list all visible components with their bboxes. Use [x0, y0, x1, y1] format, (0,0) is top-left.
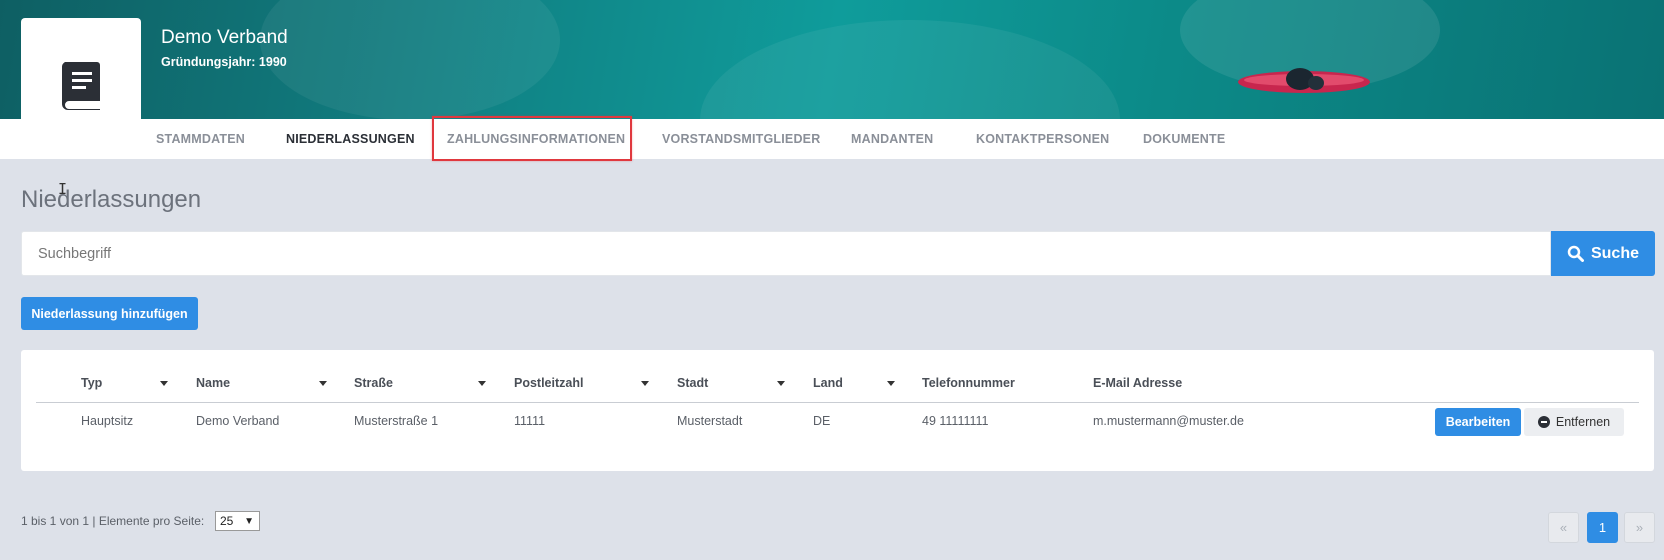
edit-button[interactable]: Bearbeiten — [1435, 408, 1521, 436]
column-header-typ[interactable]: Typ — [81, 376, 102, 390]
column-header-stadt[interactable]: Stadt — [677, 376, 708, 390]
search-icon — [1567, 245, 1584, 262]
sort-caret-icon[interactable] — [478, 381, 486, 386]
page-title: Niederlassungen — [21, 186, 202, 213]
surfer-image — [1238, 68, 1370, 93]
header-divider — [36, 402, 1639, 403]
cell-typ: Hauptsitz — [81, 414, 134, 428]
search-button[interactable]: Suche — [1551, 231, 1655, 276]
sort-caret-icon[interactable] — [887, 381, 895, 386]
dropdown-arrow-icon: ▼ — [244, 516, 254, 527]
book-icon — [61, 62, 100, 110]
sort-caret-icon[interactable] — [641, 381, 649, 386]
pagination-info: 1 bis 1 von 1 | Elemente pro Seite: — [21, 514, 205, 528]
column-header-postleitzahl[interactable]: Postleitzahl — [514, 376, 583, 390]
column-header-email: E-Mail Adresse — [1093, 376, 1183, 390]
water-texture — [700, 20, 1120, 119]
tab-bar: STAMMDATEN NIEDERLASSUNGEN ZAHLUNGSINFOR… — [0, 119, 1664, 159]
sort-caret-icon[interactable] — [777, 381, 785, 386]
pagination-prev-button[interactable]: « — [1548, 512, 1579, 543]
column-header-strasse[interactable]: Straße — [354, 376, 393, 390]
minus-circle-icon — [1537, 416, 1550, 428]
tab-stammdaten[interactable]: STAMMDATEN — [156, 119, 245, 159]
column-header-name[interactable]: Name — [196, 376, 230, 390]
pagination-next-button[interactable]: » — [1624, 512, 1655, 543]
per-page-value: 25 — [220, 514, 234, 528]
tab-niederlassungen[interactable]: NIEDERLASSUNGEN — [286, 119, 415, 159]
tab-dokumente[interactable]: DOKUMENTE — [1143, 119, 1225, 159]
cell-email: m.mustermann@muster.de — [1093, 414, 1244, 428]
cell-telefonnummer: 49 11111111 — [922, 414, 989, 428]
tab-kontaktpersonen[interactable]: KONTAKTPERSONEN — [976, 119, 1109, 159]
branches-table: Typ Name Straße Postleitzahl Stadt Land … — [21, 350, 1654, 471]
per-page-select[interactable]: 25 ▼ — [215, 511, 260, 531]
cell-postleitzahl: 11111 — [514, 414, 546, 428]
sort-caret-icon[interactable] — [319, 381, 327, 386]
cell-strasse: Musterstraße 1 — [354, 414, 439, 428]
sort-caret-icon[interactable] — [160, 381, 168, 386]
cell-stadt: Musterstadt — [677, 414, 743, 428]
tab-zahlungsinformationen[interactable]: ZAHLUNGSINFORMATIONEN — [447, 119, 625, 159]
search-button-label: Suche — [1590, 244, 1639, 262]
add-branch-button[interactable]: Niederlassung hinzufügen — [21, 297, 198, 330]
pagination-page-1[interactable]: 1 — [1587, 512, 1618, 543]
column-header-land[interactable]: Land — [813, 376, 843, 390]
organization-founded-year: Gründungsjahr: 1990 — [161, 55, 287, 69]
organization-logo — [21, 18, 141, 119]
tab-vorstandsmitglieder[interactable]: VORSTANDSMITGLIEDER — [662, 119, 820, 159]
tab-mandanten[interactable]: MANDANTEN — [851, 119, 933, 159]
search-input[interactable] — [21, 231, 1551, 276]
remove-button-label: Entfernen — [1555, 415, 1611, 429]
remove-button[interactable]: Entfernen — [1524, 408, 1624, 436]
cell-name: Demo Verband — [196, 414, 280, 428]
water-texture — [260, 0, 560, 119]
cell-land: DE — [813, 414, 831, 428]
organization-name: Demo Verband — [161, 27, 288, 48]
column-header-telefonnummer: Telefonnummer — [922, 376, 1015, 390]
